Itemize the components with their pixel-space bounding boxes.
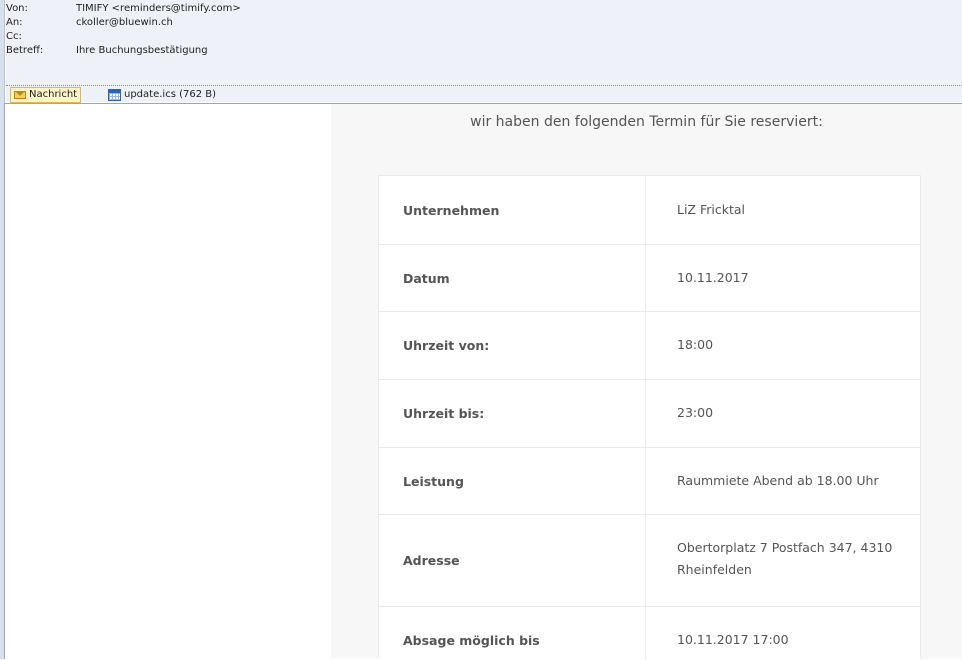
row-value: 10.11.2017 17:00 [677, 632, 789, 647]
table-row: Adresse Obertorplatz 7 Postfach 347, 431… [379, 514, 920, 607]
attachment-tabbar: Nachricht update.ics (762 B) [6, 86, 962, 103]
table-row: Unternehmen LiZ Fricktal [379, 176, 920, 245]
row-value: 10.11.2017 [677, 270, 749, 285]
row-label: Uhrzeit bis: [403, 406, 485, 421]
row-label: Uhrzeit von: [403, 338, 490, 353]
to-value[interactable]: ckoller@bluewin.ch [76, 16, 173, 30]
row-value: 18:00 [677, 337, 714, 352]
table-row: Datum 10.11.2017 [379, 244, 920, 312]
tab-message-label: Nachricht [29, 89, 78, 100]
calendar-icon [108, 89, 121, 101]
intro-text: wir haben den folgenden Termin für Sie r… [470, 114, 823, 130]
from-label: Von: [6, 3, 28, 14]
table-row: Absage möglich bis 10.11.2017 17:00 [379, 606, 920, 660]
subject-label: Betreff: [6, 45, 44, 56]
table-row: Uhrzeit bis: 23:00 [379, 379, 920, 448]
tab-attachment-ics[interactable]: update.ics (762 B) [105, 87, 219, 103]
row-label: Absage möglich bis [403, 633, 540, 648]
tab-attachment-label: update.ics (762 B) [124, 89, 217, 100]
from-value[interactable]: TIMIFY <reminders@timify.com> [76, 2, 241, 16]
booking-details-table: Unternehmen LiZ Fricktal Datum 10.11.201… [378, 175, 921, 660]
row-value: Obertorplatz 7 Postfach 347, 4310 Rheinf… [677, 540, 893, 577]
row-value: LiZ Fricktal [677, 202, 746, 217]
cc-label: Cc: [6, 31, 22, 42]
table-row: Uhrzeit von: 18:00 [379, 311, 920, 380]
row-label: Unternehmen [403, 203, 500, 218]
envelope-icon [14, 91, 26, 99]
to-label: An: [6, 17, 23, 28]
row-value: Raummiete Abend ab 18.00 Uhr [677, 473, 879, 488]
row-label: Datum [403, 271, 450, 286]
subject-value: Ihre Buchungsbestätigung [76, 45, 208, 56]
message-header: Von: TIMIFY <reminders@timify.com> An: c… [6, 0, 962, 90]
tab-message[interactable]: Nachricht [10, 87, 82, 103]
row-label: Adresse [403, 553, 460, 568]
row-value: 23:00 [677, 405, 714, 420]
table-row: Leistung Raummiete Abend ab 18.00 Uhr [379, 447, 920, 515]
row-label: Leistung [403, 474, 464, 489]
